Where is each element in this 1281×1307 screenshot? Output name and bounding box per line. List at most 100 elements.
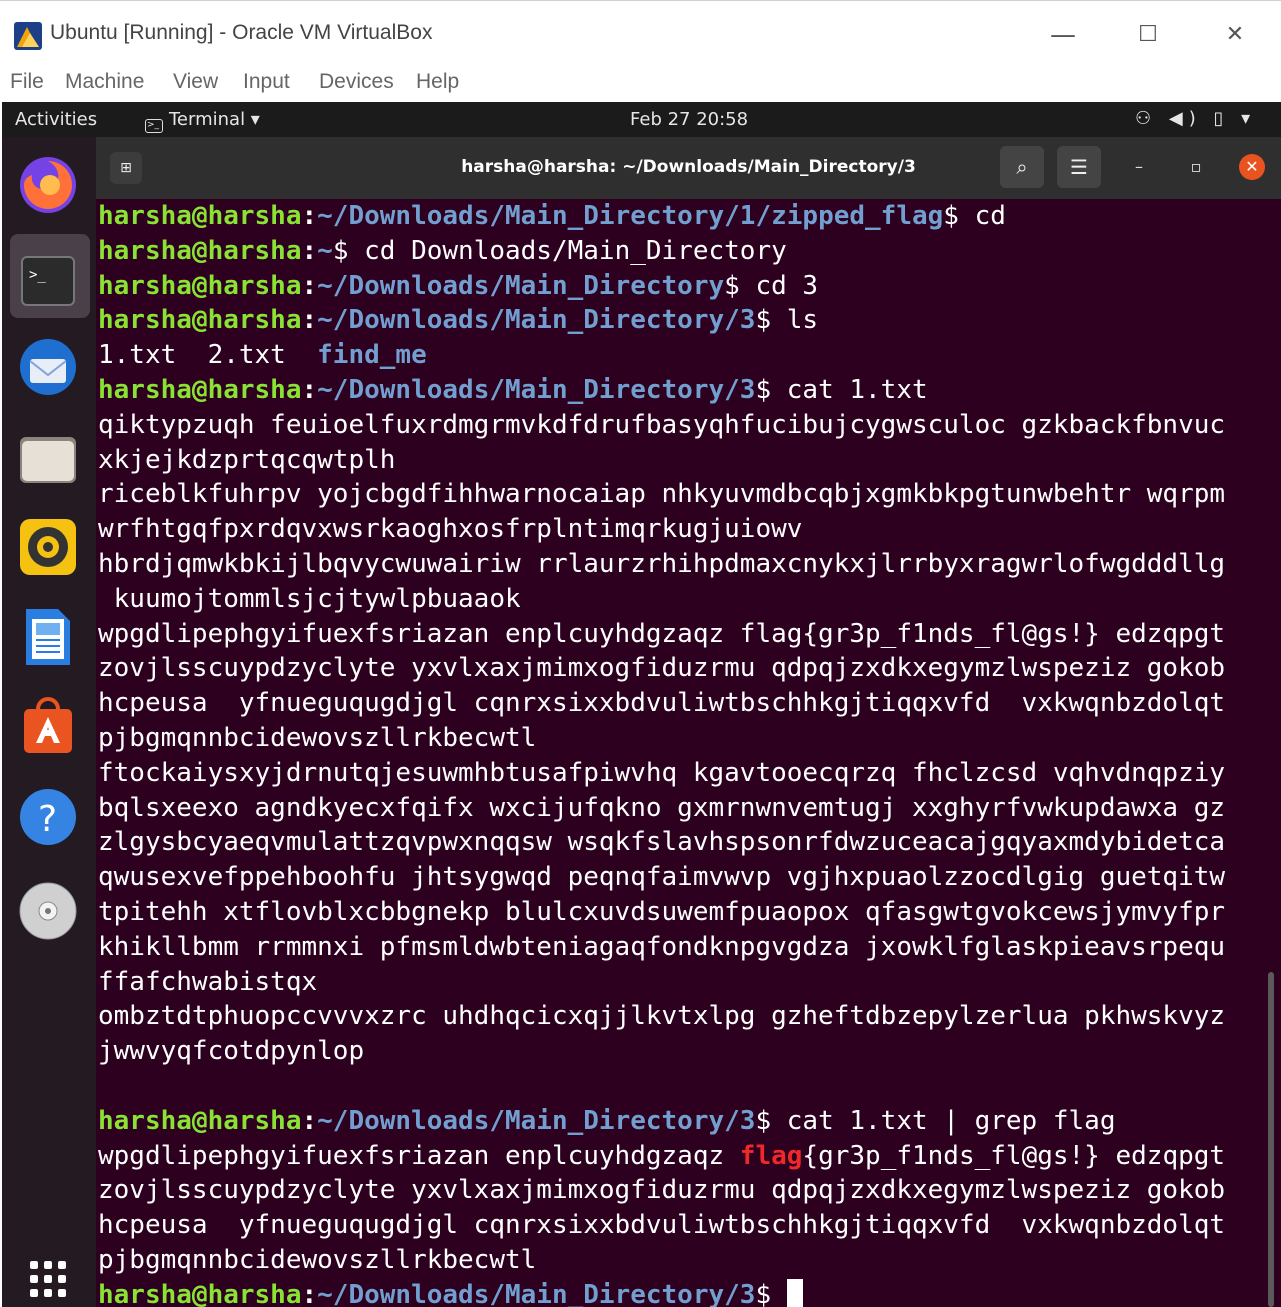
dock: >_ ? (2, 137, 96, 1307)
rhythmbox-icon[interactable] (16, 515, 80, 579)
menu-file[interactable]: File (10, 70, 44, 94)
terminal-line: harsha@harsha:~/Downloads/Main_Directory… (98, 1104, 1258, 1139)
output-text: jwwvyqfcotdpynlop (98, 1036, 365, 1067)
menu-button[interactable]: ☰ (1057, 146, 1101, 188)
prompt-colon: : (301, 270, 318, 301)
output-text: bqlsxeexo agndkyecxfqifx wxcijufqkno gxm… (98, 792, 1226, 823)
output-text: hcpeusa yfnueguqugdjgl cqnrxsixxbdvuliwt… (98, 688, 1226, 719)
files-icon[interactable] (16, 427, 80, 491)
window-minimize-button[interactable]: — (1040, 15, 1086, 55)
output-text: wrfhtgqfpxrdqvxwsrkaoghxosfrplntimqrkugj… (98, 514, 803, 545)
vm-display: Activities >_ Terminal ▾ Feb 27 20:58 ⚇ ◀… (2, 102, 1281, 1307)
terminal-line: riceblkfuhrpv yojcbgdfihhwarnocaiap nhky… (98, 477, 1258, 512)
thunderbird-icon[interactable] (16, 335, 80, 399)
libreoffice-writer-icon[interactable] (16, 605, 80, 669)
output-text: ffafchwabistqx (98, 966, 318, 997)
gnome-top-bar: Activities >_ Terminal ▾ Feb 27 20:58 ⚇ ◀… (2, 102, 1281, 137)
prompt-path: ~/Downloads/Main_Directory/3 (317, 374, 756, 405)
terminal-line: ffafchwabistqx (98, 965, 1258, 1000)
prompt-colon: : (301, 1279, 318, 1307)
terminal-line: ombztdtphuopccvvvxzrc uhdhqcicxqjjlkvtxl… (98, 999, 1258, 1034)
output-text: riceblkfuhrpv yojcbgdfihhwarnocaiap nhky… (98, 479, 1226, 510)
terminal-line: harsha@harsha:~$ cd Downloads/Main_Direc… (98, 234, 1258, 269)
app-menu-terminal[interactable]: >_ Terminal ▾ (145, 109, 260, 133)
terminal-line: ftockaiysxyjdrnutqjesuwmhbtusafpiwvhq kg… (98, 756, 1258, 791)
terminal-line: harsha@harsha:~/Downloads/Main_Directory… (98, 1278, 1258, 1307)
output-text: zovjlsscuypdzyclyte yxvlxaxjmimxogfiduzr… (98, 1175, 1226, 1206)
window-title-bar: Ubuntu [Running] - Oracle VM VirtualBox … (0, 0, 1281, 62)
window-maximize-button[interactable]: ☐ (1125, 15, 1171, 55)
terminal-close-button[interactable]: ✕ (1239, 154, 1265, 180)
prompt-user: harsha@harsha (98, 1279, 302, 1307)
prompt-colon: : (301, 201, 318, 231)
terminal-restore-button[interactable]: ▫ (1183, 154, 1209, 180)
output-text: qwusexvefppehboohfu jhtsygwqd peqnqfaimv… (98, 862, 1226, 893)
terminal-line: kuumojtommlsjcjtywlpbuaaok (98, 582, 1258, 617)
output-text: ftockaiysxyjdrnutqjesuwmhbtusafpiwvhq kg… (98, 757, 1226, 788)
menu-machine[interactable]: Machine (65, 70, 144, 94)
dvd-icon[interactable] (16, 879, 80, 943)
prompt-colon: : (301, 305, 318, 336)
command-text: $ cd (943, 201, 1006, 231)
output-text: khikllbmm rrmmnxi pfmsmldwbteniagaqfondk… (98, 931, 1226, 962)
svg-text:>_: >_ (29, 267, 46, 283)
prompt-colon: : (301, 235, 318, 266)
window-title: Ubuntu [Running] - Oracle VM VirtualBox (50, 21, 433, 44)
menu-devices[interactable]: Devices (319, 70, 394, 94)
menu-help[interactable]: Help (416, 70, 459, 94)
terminal-line: zovjlsscuypdzyclyte yxvlxaxjmimxogfiduzr… (98, 1173, 1258, 1208)
help-icon[interactable]: ? (16, 785, 80, 849)
grep-text-before: wpgdlipephgyifuexfsriazan enplcuyhdgzaqz (98, 1140, 740, 1171)
window-close-button[interactable]: ✕ (1212, 15, 1258, 55)
menu-input[interactable]: Input (243, 70, 290, 94)
terminal-line: hcpeusa yfnueguqugdjgl cqnrxsixxbdvuliwt… (98, 1208, 1258, 1243)
terminal-line: hcpeusa yfnueguqugdjgl cqnrxsixxbdvuliwt… (98, 686, 1258, 721)
output-text: kuumojtommlsjcjtywlpbuaaok (98, 583, 521, 614)
prompt-user: harsha@harsha (98, 235, 302, 266)
terminal-line: pjbgmqnnbcidewovszllrkbecwtl (98, 721, 1258, 756)
output-text: wpgdlipephgyifuexfsriazan enplcuyhdgzaqz… (98, 618, 1226, 649)
output-text: xkjejkdzprtqcqwtplh (98, 444, 396, 475)
command-text: $ cat 1.txt | grep flag (755, 1105, 1116, 1136)
terminal-line: qwusexvefppehboohfu jhtsygwqd peqnqfaimv… (98, 860, 1258, 895)
app-menu-label: Terminal ▾ (169, 109, 260, 130)
grep-text-after: {gr3p_f1nds_fl@gs!} edzqpgt (802, 1140, 1226, 1171)
terminal-title: harsha@harsha: ~/Downloads/Main_Director… (461, 157, 916, 177)
terminal-minimize-button[interactable]: – (1126, 154, 1152, 180)
virtualbox-icon (14, 22, 42, 50)
output-text: pjbgmqnnbcidewovszllrkbecwtl (98, 1244, 537, 1275)
vbox-menubar: File Machine View Input Devices Help (0, 62, 1281, 102)
activities-button[interactable]: Activities (15, 109, 97, 130)
svg-text:?: ? (38, 799, 57, 840)
terminal-line: zovjlsscuypdzyclyte yxvlxaxjmimxogfiduzr… (98, 651, 1258, 686)
firefox-icon[interactable] (16, 151, 80, 215)
terminal-line: jwwvyqfcotdpynlop (98, 1034, 1258, 1069)
terminal-line: wpgdlipephgyifuexfsriazan enplcuyhdgzaqz… (98, 617, 1258, 652)
clock[interactable]: Feb 27 20:58 (630, 109, 748, 130)
terminal-line: 1.txt 2.txt find_me (98, 338, 1258, 373)
prompt-user: harsha@harsha (98, 270, 302, 301)
output-text: zovjlsscuypdzyclyte yxvlxaxjmimxogfiduzr… (98, 653, 1226, 684)
search-button[interactable]: ⌕ (1000, 146, 1044, 188)
terminal-cursor (786, 1278, 803, 1307)
output-text: ombztdtphuopccvvvxzrc uhdhqcicxqjjlkvtxl… (98, 1001, 1226, 1032)
software-center-icon[interactable] (16, 693, 80, 757)
terminal-output[interactable]: harsha@harsha:~/Downloads/Main_Directory… (98, 199, 1258, 1307)
output-text: qiktypzuqh feuioelfuxrdmgrmvkdfdrufbasyq… (98, 409, 1226, 440)
prompt-path: ~/Downloads/Main_Directory/3 (317, 305, 756, 336)
terminal-line: harsha@harsha:~/Downloads/Main_Directory… (98, 303, 1258, 338)
grep-match-highlight: flag (739, 1140, 803, 1171)
prompt-user: harsha@harsha (98, 201, 302, 231)
terminal-line: zlgysbcyaeqvmulattzqvpwxnqqsw wsqkfslavh… (98, 825, 1258, 860)
system-tray[interactable]: ⚇ ◀) ▯ ▾ (1135, 108, 1256, 129)
prompt-path: ~/Downloads/Main_Directory/3 (317, 1279, 756, 1307)
terminal-scrollbar[interactable] (1268, 972, 1274, 1307)
menu-view[interactable]: View (173, 70, 218, 94)
output-text: pjbgmqnnbcidewovszllrkbecwtl (98, 722, 537, 753)
terminal-line: harsha@harsha:~/Downloads/Main_Directory… (98, 269, 1258, 304)
show-apps-icon[interactable] (16, 1249, 80, 1307)
terminal-line: wpgdlipephgyifuexfsriazan enplcuyhdgzaqz… (98, 1139, 1258, 1174)
new-tab-button[interactable]: ⊞ (110, 152, 142, 184)
terminal-icon[interactable]: >_ (16, 249, 80, 313)
